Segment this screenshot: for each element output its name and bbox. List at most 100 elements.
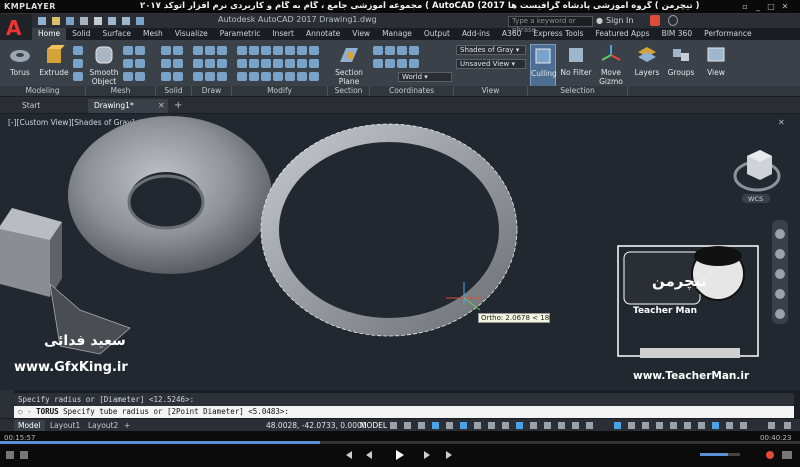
command-name: TORUS: [36, 407, 59, 416]
tab-express-tools[interactable]: Express Tools: [527, 28, 589, 40]
tab-manage[interactable]: Manage: [376, 28, 418, 40]
ring-torus-solid[interactable]: [260, 123, 518, 337]
player-buttons[interactable]: [0, 446, 800, 466]
close-tab-icon[interactable]: ✕: [158, 101, 165, 110]
group-selection[interactable]: Selection: [528, 86, 628, 96]
add-layout-icon[interactable]: +: [120, 420, 134, 431]
tab-solid[interactable]: Solid: [66, 28, 96, 40]
extrude-button[interactable]: Extrude: [38, 44, 70, 90]
command-side-handle[interactable]: [0, 390, 14, 418]
groups-label: Groups: [667, 68, 695, 77]
tab-parametric[interactable]: Parametric: [214, 28, 267, 40]
group-view[interactable]: View: [454, 86, 528, 96]
culling-label: Culling: [531, 69, 557, 78]
tab-output[interactable]: Output: [418, 28, 456, 40]
tab-visualize[interactable]: Visualize: [169, 28, 214, 40]
torus-button[interactable]: Torus: [4, 44, 36, 90]
group-modeling[interactable]: Modeling: [0, 86, 86, 96]
application-menu-button[interactable]: A: [0, 14, 32, 40]
minimize-icon[interactable]: _: [753, 2, 763, 11]
user-icon: ●: [596, 16, 603, 25]
named-view-dropdown[interactable]: Unsaved View ▾: [456, 59, 526, 69]
tab-featured-apps[interactable]: Featured Apps: [590, 28, 656, 40]
group-solid-editing[interactable]: Solid Editing: [156, 86, 192, 105]
coordinates-tools[interactable]: [372, 45, 422, 68]
tab-a360[interactable]: A360: [496, 28, 527, 40]
torus-label: Torus: [10, 68, 30, 77]
exchange-icon[interactable]: [650, 15, 660, 26]
player-logo[interactable]: KMPLAYER: [4, 2, 56, 11]
extrude-icon: [47, 45, 65, 63]
smooth-object-icon: [95, 46, 113, 64]
file-tab-drawing1[interactable]: Drawing1*: [88, 99, 168, 113]
tab-insert[interactable]: Insert: [266, 28, 300, 40]
status-toggles[interactable]: [388, 421, 800, 430]
tab-surface[interactable]: Surface: [96, 28, 137, 40]
close-icon[interactable]: ✕: [780, 2, 790, 11]
gfxking-name: سعید فدائی: [44, 333, 126, 349]
box-solid[interactable]: [0, 208, 62, 297]
layout-tab-layout2[interactable]: Layout2: [84, 420, 122, 431]
smooth-object-button[interactable]: Smooth Object: [88, 44, 120, 90]
group-coordinates[interactable]: Coordinates: [370, 86, 454, 96]
draw-tools[interactable]: [192, 45, 232, 85]
sign-in-button[interactable]: Sign In: [606, 16, 633, 25]
move-gizmo-button[interactable]: Move Gizmo: [596, 44, 626, 90]
wcs-label[interactable]: WCS: [748, 195, 763, 203]
pin-icon[interactable]: ▫: [740, 2, 750, 11]
tab-annotate[interactable]: Annotate: [300, 28, 346, 40]
named-view-value: Unsaved View: [460, 60, 510, 68]
cursor-coordinates: 48.0028, -42.0733, 0.0000: [266, 421, 367, 430]
groups-icon: [673, 49, 689, 61]
groups-button[interactable]: Groups: [666, 44, 696, 90]
culling-button[interactable]: Culling: [530, 44, 557, 90]
tab-bim-360[interactable]: BIM 360: [656, 28, 699, 40]
command-prompt: Specify tube radius or [2Point Diameter]…: [63, 407, 289, 416]
layers-label: Layers: [634, 68, 660, 77]
view-label: View: [707, 68, 725, 77]
layout-tab-model[interactable]: Model: [14, 420, 45, 431]
visual-style-dropdown[interactable]: Shades of Gray ▾: [456, 45, 526, 55]
teacherman-name: Teacher Man: [633, 306, 697, 316]
smooth-object-label: Smooth Object: [89, 68, 119, 86]
ortho-tooltip: Ortho: 2.0678 < 180°: [478, 313, 557, 323]
tab-add-ins[interactable]: Add-ins: [456, 28, 496, 40]
modify-tools[interactable]: [236, 45, 326, 85]
quick-access-toolbar[interactable]: [36, 15, 186, 27]
teacherman-logo: [617, 245, 759, 358]
tab-performance[interactable]: Performance: [698, 28, 758, 40]
ucs-dropdown[interactable]: World ▾: [398, 72, 452, 82]
layers-button[interactable]: Layers: [632, 44, 662, 90]
modeling-small-tools[interactable]: [72, 45, 86, 85]
solid-editing-tools[interactable]: [160, 45, 190, 85]
player-title: مجموعه آموزشی جامع ، گام به گام و کاربرد…: [140, 1, 700, 11]
tab-home[interactable]: Home: [32, 28, 67, 40]
tab-view[interactable]: View: [346, 28, 376, 40]
torus-solid[interactable]: [68, 116, 272, 274]
model-space-toggle[interactable]: MODEL: [356, 420, 391, 431]
view-button[interactable]: View: [702, 44, 730, 90]
command-history: Specify radius or [Diameter] <12.5246>:: [14, 393, 794, 406]
no-filter-button[interactable]: No Filter: [560, 44, 592, 90]
torus-icon: [10, 50, 30, 62]
group-modify[interactable]: Modify: [232, 86, 328, 96]
search-input[interactable]: Type a keyword or phrase: [508, 16, 593, 34]
navigation-bar[interactable]: [772, 220, 788, 324]
help-icon[interactable]: [668, 15, 678, 26]
tab-mesh[interactable]: Mesh: [137, 28, 169, 40]
autocad-logo-icon: A: [6, 16, 22, 40]
layout-tab-layout1[interactable]: Layout1: [46, 420, 84, 431]
new-tab-icon[interactable]: +: [174, 100, 182, 111]
seek-bar-progress: [0, 441, 320, 444]
command-icon: ○ -: [18, 407, 37, 416]
file-tab-start[interactable]: Start: [16, 99, 86, 113]
document-title: Autodesk AutoCAD 2017 Drawing1.dwg: [218, 15, 377, 24]
maximize-icon[interactable]: □: [766, 2, 776, 11]
group-draw[interactable]: Draw: [192, 86, 232, 96]
command-line-input[interactable]: ○ - TORUS Specify tube radius or [2Point…: [14, 406, 794, 418]
mesh-small-tools[interactable]: [122, 45, 156, 85]
group-mesh[interactable]: Mesh: [86, 86, 156, 96]
group-section[interactable]: Section: [328, 86, 370, 96]
view-icon: [707, 47, 725, 62]
section-plane-button[interactable]: Section Plane: [332, 44, 366, 90]
